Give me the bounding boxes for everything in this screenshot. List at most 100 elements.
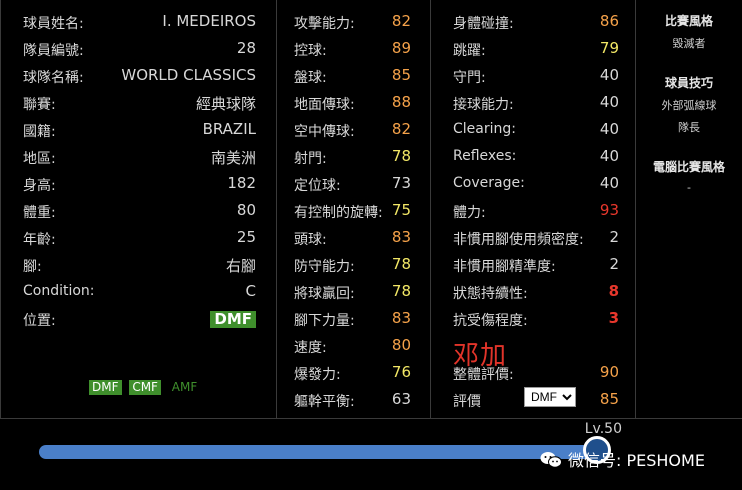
profile-value: 182 <box>227 174 256 192</box>
stat-row: 評價 85 DMF <box>453 386 619 413</box>
stat-value: 40 <box>599 147 619 165</box>
profile-label: 地區: <box>23 151 56 167</box>
stat-label: 守門: <box>453 70 486 86</box>
profile-label: 聯賽: <box>23 97 56 113</box>
stat-label: 非慣用腳使用頻密度: <box>453 232 584 248</box>
stat-label: 攻擊能力: <box>294 16 355 32</box>
profile-row: 地區: 南美洲 <box>23 143 256 170</box>
profile-value: WORLD CLASSICS <box>121 66 256 84</box>
position-eval-select[interactable]: DMF <box>524 387 576 407</box>
level-label: Lv.50 <box>584 421 622 437</box>
profile-row: 年齡: 25 <box>23 224 256 251</box>
profile-row: 體重: 80 <box>23 197 256 224</box>
stat-label: 有控制的旋轉: <box>294 205 383 221</box>
stat-value: 76 <box>391 363 411 381</box>
position-badge-amf: AMF <box>171 380 198 394</box>
stat-value: 8 <box>608 282 619 300</box>
profile-panel: 球員姓名: I. MEDEIROS 隊員編號: 28 球隊名稱: WORLD CLASSI… <box>0 0 277 418</box>
stats-panel-a: 攻擊能力: 82 控球: 89 盤球: 85 地面傳球: 88 空中傳球: 82 射門: 78 定位球:… <box>277 0 431 418</box>
stat-row: 爆發力: 76 <box>294 359 411 386</box>
stat-value: 78 <box>391 147 411 165</box>
stat-label: 將球贏回: <box>294 286 355 302</box>
position-badge-dmf: DMF <box>89 380 122 395</box>
stat-label: 頭球: <box>294 232 327 248</box>
stat-row: 定位球: 73 <box>294 170 411 197</box>
profile-row: 位置: DMF <box>23 305 256 332</box>
profile-row: 腳: 右腳 <box>23 251 256 278</box>
stat-value: 78 <box>391 282 411 300</box>
stat-value: 83 <box>391 309 411 327</box>
stat-label: Clearing: <box>453 121 516 137</box>
stat-value: 40 <box>599 120 619 138</box>
stat-row: Clearing: 40 <box>453 116 619 143</box>
stat-value: 82 <box>391 120 411 138</box>
stat-label: 狀態持續性: <box>453 286 528 302</box>
stat-label: 盤球: <box>294 70 327 86</box>
profile-value: 28 <box>236 39 256 57</box>
profile-label: Condition: <box>23 283 95 299</box>
profile-value: 經典球隊 <box>195 95 256 113</box>
ai-style-value: - <box>687 181 691 194</box>
side-info-panel: 比賽風格 毀滅者 球員技巧 外部弧線球 隊長 電腦比賽風格 - <box>636 0 742 418</box>
stat-label: 非慣用腳精準度: <box>453 259 556 275</box>
profile-row: 聯賽: 經典球隊 <box>23 89 256 116</box>
stat-value: 79 <box>599 39 619 57</box>
profile-label: 位置: <box>23 313 56 329</box>
coach-signature-stamp: 邓加 <box>453 341 508 371</box>
stat-label: 空中傳球: <box>294 124 355 140</box>
stat-value: 40 <box>599 174 619 192</box>
stat-row: 身體碰撞: 86 <box>453 8 619 35</box>
profile-value: BRAZIL <box>202 120 256 138</box>
stat-row: 非慣用腳精準度: 2 <box>453 251 619 278</box>
stat-value: 88 <box>391 93 411 111</box>
wechat-icon <box>540 452 562 468</box>
stat-label: 定位球: <box>294 178 341 194</box>
stat-row: 體力: 93 <box>453 197 619 224</box>
profile-label: 球隊名稱: <box>23 70 84 86</box>
stat-label: 射門: <box>294 151 327 167</box>
stat-value: 2 <box>609 255 619 273</box>
stat-value: 75 <box>391 201 411 219</box>
stat-label: 腳下力量: <box>294 313 355 329</box>
stat-label: 評價 <box>453 394 481 410</box>
ai-style-title: 電腦比賽風格 <box>652 160 725 174</box>
profile-label: 球員姓名: <box>23 16 84 32</box>
profile-value: 25 <box>236 228 256 246</box>
stat-value: 93 <box>599 201 619 219</box>
stat-value: 40 <box>599 93 619 111</box>
stat-row: 非慣用腳使用頻密度: 2 <box>453 224 619 251</box>
position-badge: DMF <box>210 311 256 328</box>
stat-row: 有控制的旋轉: 75 <box>294 197 411 224</box>
stat-row: 腳下力量: 83 <box>294 305 411 332</box>
stat-label: 控球: <box>294 43 327 59</box>
profile-label: 隊員編號: <box>23 43 84 59</box>
stat-label: 軀幹平衡: <box>294 394 355 410</box>
profile-label: 國籍: <box>23 124 56 140</box>
stat-row: 速度: 80 <box>294 332 411 359</box>
profile-label: 體重: <box>23 205 56 221</box>
stat-value: 90 <box>599 363 619 381</box>
skills-title: 球員技巧 <box>664 76 713 90</box>
profile-label: 腳: <box>23 259 42 275</box>
stat-label: 速度: <box>294 340 327 356</box>
stat-label: 身體碰撞: <box>453 16 514 32</box>
stat-value: 83 <box>391 228 411 246</box>
stat-label: 接球能力: <box>453 97 514 113</box>
ai-style-block: 電腦比賽風格 - <box>636 158 742 194</box>
stat-row: 守門: 40 <box>453 62 619 89</box>
wechat-watermark: 微信号: PESHOME <box>540 447 705 471</box>
stat-value: 80 <box>391 336 411 354</box>
stat-value: 73 <box>391 174 411 192</box>
stat-row: 防守能力: 78 <box>294 251 411 278</box>
stat-value: 2 <box>609 228 619 246</box>
stat-label: 爆發力: <box>294 367 341 383</box>
stat-row: Coverage: 40 <box>453 170 619 197</box>
stat-label: 跳躍: <box>453 43 486 59</box>
profile-value: 80 <box>236 201 256 219</box>
profile-row: 國籍: BRAZIL <box>23 116 256 143</box>
level-slider-track[interactable] <box>39 445 604 459</box>
profile-label: 年齡: <box>23 232 56 248</box>
position-list: DMF CMF AMF <box>89 380 204 395</box>
stat-value: 86 <box>599 12 619 30</box>
stat-value: 63 <box>391 390 411 408</box>
